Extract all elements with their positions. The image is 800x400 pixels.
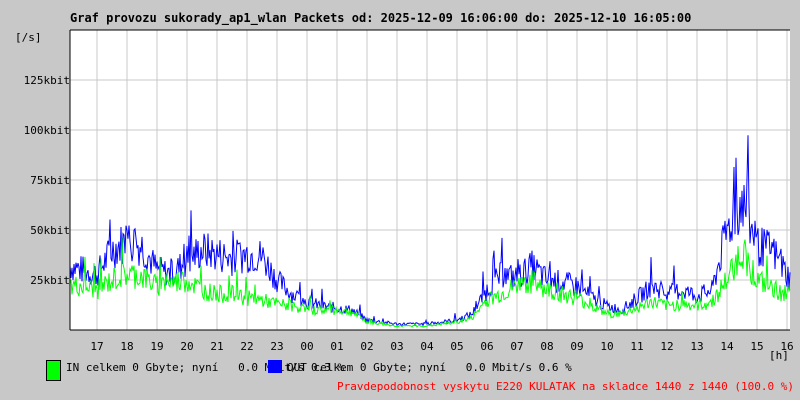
x-tick-label: 13 xyxy=(690,340,703,353)
x-tick-label: 02 xyxy=(360,340,373,353)
x-tick-label: 05 xyxy=(450,340,463,353)
y-tick-label: 75kbit xyxy=(30,174,70,187)
x-tick-label: 15 xyxy=(750,340,763,353)
x-tick-label: 14 xyxy=(720,340,734,353)
legend-in-swatch xyxy=(46,360,61,381)
x-tick-label: 10 xyxy=(600,340,613,353)
x-tick-label: 18 xyxy=(120,340,133,353)
x-tick-label: 01 xyxy=(330,340,343,353)
x-tick-label: 11 xyxy=(630,340,643,353)
x-tick-label: 09 xyxy=(570,340,583,353)
traffic-graph: Graf provozu sukorady_ap1_wlan Packets o… xyxy=(0,0,800,400)
legend-out-swatch xyxy=(268,360,282,373)
y-tick-label: 100kbit xyxy=(24,124,70,137)
x-tick-label: 16 xyxy=(780,340,793,353)
x-tick-label: 19 xyxy=(150,340,163,353)
y-tick-label: 25kbit xyxy=(30,274,70,287)
x-tick-label: 20 xyxy=(180,340,193,353)
x-tick-label: 03 xyxy=(390,340,403,353)
x-tick-label: 06 xyxy=(480,340,493,353)
y-tick-label: 125kbit xyxy=(24,74,70,87)
x-tick-label: 12 xyxy=(660,340,673,353)
plot-area: 17 18 19 20 21 22 23 00 01 02 03 04 05 06 07 08 09 10 11 12… xyxy=(24,29,794,353)
x-tick-label: 21 xyxy=(210,340,223,353)
x-tick-label: 00 xyxy=(300,340,313,353)
footer-note: Pravdepodobnost vyskytu E220 KULATAK na … xyxy=(337,380,794,393)
legend-out-text: OUT celkem 0 Gbyte; nyní 0.0 Mbit/s 0.6 … xyxy=(287,361,572,374)
x-tick-label: 08 xyxy=(540,340,553,353)
x-tick-label: 04 xyxy=(420,340,434,353)
x-tick-label: 17 xyxy=(90,340,103,353)
x-tick-label: 22 xyxy=(240,340,253,353)
y-tick-label: 50kbit xyxy=(30,224,70,237)
x-tick-label: 07 xyxy=(510,340,523,353)
x-tick-label: 23 xyxy=(270,340,283,353)
